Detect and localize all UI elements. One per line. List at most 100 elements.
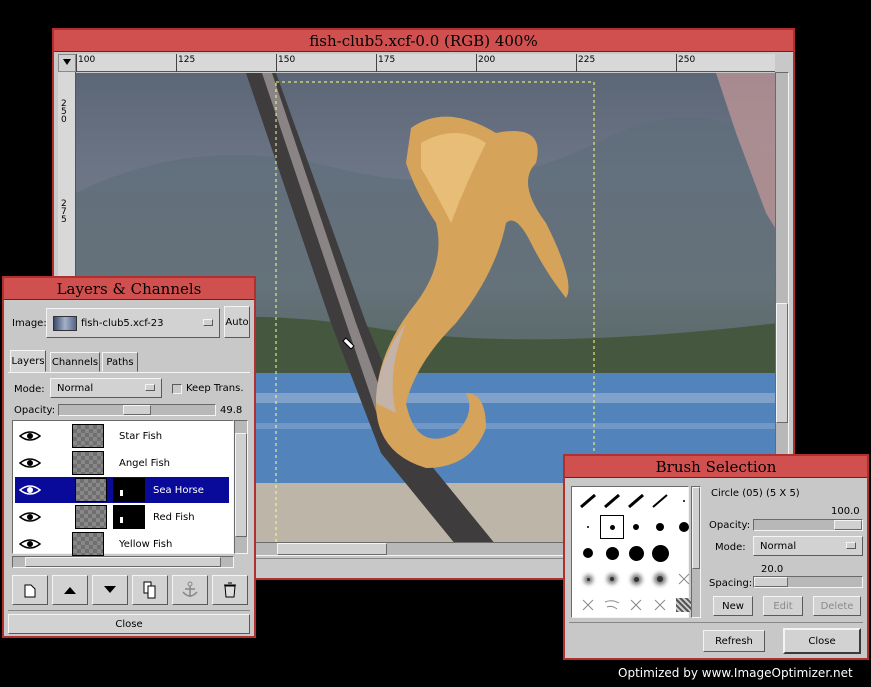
ruler-corner[interactable] bbox=[58, 54, 76, 72]
anchor-layer-icon bbox=[182, 581, 198, 597]
layer-thumbnail[interactable] bbox=[75, 505, 107, 529]
ruler-label: 250 bbox=[678, 55, 696, 65]
anchor-layer-button[interactable] bbox=[172, 575, 208, 605]
new-brush-button[interactable]: New bbox=[713, 596, 753, 616]
ruler-label: 200 bbox=[478, 55, 496, 65]
ruler-label: 225 bbox=[578, 55, 596, 65]
raise-layer-button[interactable] bbox=[52, 575, 88, 605]
brush-grid[interactable] bbox=[571, 486, 692, 618]
eye-visibility-icon[interactable] bbox=[19, 484, 41, 497]
brush-cell[interactable] bbox=[624, 593, 648, 617]
layer-list-hscroll-thumb[interactable] bbox=[25, 557, 221, 567]
layer-row[interactable]: Angel Fish bbox=[15, 450, 229, 476]
layer-thumbnail[interactable] bbox=[75, 478, 107, 502]
dropdown-arrow-icon bbox=[203, 319, 213, 326]
spacing-slider-thumb[interactable] bbox=[754, 577, 788, 587]
layer-list-hscrollbar[interactable] bbox=[12, 556, 234, 568]
layer-mode-select[interactable]: Normal bbox=[50, 378, 162, 398]
layer-list-scrollbar[interactable] bbox=[234, 420, 248, 554]
image-select[interactable]: fish-club5.xcf-23 bbox=[46, 308, 220, 338]
layers-channels-window: Layers & Channels Image: fish-club5.xcf-… bbox=[2, 276, 256, 638]
brush-cell[interactable] bbox=[600, 541, 624, 565]
layer-thumbnail[interactable] bbox=[72, 532, 104, 556]
brush-grid-scrollbar[interactable] bbox=[691, 486, 701, 618]
ruler-label: 125 bbox=[178, 55, 196, 65]
brush-cell[interactable] bbox=[624, 489, 648, 513]
spacing-label: Spacing: bbox=[709, 578, 753, 589]
eye-visibility-icon[interactable] bbox=[19, 511, 41, 524]
layer-row[interactable]: Star Fish bbox=[15, 423, 229, 449]
refresh-button[interactable]: Refresh bbox=[703, 630, 765, 652]
brush-cell[interactable] bbox=[648, 593, 672, 617]
layer-row[interactable]: Red Fish bbox=[15, 504, 229, 530]
tab-channels[interactable]: Channels bbox=[50, 352, 100, 372]
image-label: Image: bbox=[12, 318, 47, 329]
tab-paths[interactable]: Paths bbox=[102, 352, 138, 372]
layers-close-button[interactable]: Close bbox=[8, 614, 250, 634]
horizontal-ruler[interactable]: 100 125 150 175 200 225 250 bbox=[76, 54, 775, 72]
brush-cell[interactable] bbox=[648, 541, 672, 565]
footer-watermark: Optimized by www.ImageOptimizer.net bbox=[618, 666, 853, 680]
auto-button[interactable]: Auto bbox=[224, 306, 250, 338]
delete-brush-button[interactable]: Delete bbox=[813, 596, 861, 616]
opacity-value: 49.8 bbox=[220, 405, 243, 416]
duplicate-layer-button[interactable] bbox=[132, 575, 168, 605]
delete-layer-icon bbox=[224, 582, 236, 598]
layers-window-title[interactable]: Layers & Channels bbox=[4, 278, 254, 300]
vertical-scroll-thumb[interactable] bbox=[776, 303, 788, 423]
ruler-label: 150 bbox=[278, 55, 296, 65]
brush-selection-window: Brush Selection Circle (05) (5 X 5) 100.… bbox=[563, 454, 869, 660]
brush-mode-value: Normal bbox=[760, 540, 797, 552]
brush-cell[interactable] bbox=[600, 515, 624, 539]
dropdown-arrow-icon bbox=[145, 384, 155, 391]
brush-cell[interactable] bbox=[576, 593, 600, 617]
layer-row[interactable]: Yellow Fish bbox=[15, 531, 229, 557]
brush-cell[interactable] bbox=[576, 515, 600, 539]
brush-cell[interactable] bbox=[648, 489, 672, 513]
keep-trans-checkbox[interactable] bbox=[172, 384, 182, 394]
image-thumbnail-icon bbox=[53, 316, 77, 331]
brush-cell[interactable] bbox=[576, 541, 600, 565]
brush-opacity-slider-thumb[interactable] bbox=[834, 520, 862, 530]
layer-thumbnail[interactable] bbox=[72, 424, 104, 448]
layer-thumbnail[interactable] bbox=[72, 451, 104, 475]
brush-cell[interactable] bbox=[576, 567, 600, 591]
layer-list-scroll-thumb[interactable] bbox=[235, 433, 247, 537]
eye-visibility-icon[interactable] bbox=[19, 430, 41, 443]
lower-layer-button[interactable] bbox=[92, 575, 128, 605]
opacity-slider-thumb[interactable] bbox=[123, 405, 151, 415]
brush-window-title[interactable]: Brush Selection bbox=[565, 456, 867, 478]
eye-visibility-icon[interactable] bbox=[19, 457, 41, 470]
brush-cell[interactable] bbox=[576, 489, 600, 513]
brush-cell[interactable] bbox=[648, 567, 672, 591]
delete-layer-button[interactable] bbox=[212, 575, 248, 605]
brush-mode-select[interactable]: Normal bbox=[753, 536, 863, 556]
brush-cell[interactable] bbox=[600, 593, 624, 617]
edit-brush-button[interactable]: Edit bbox=[763, 596, 803, 616]
image-select-value: fish-club5.xcf-23 bbox=[81, 317, 164, 329]
opacity-slider[interactable] bbox=[58, 404, 216, 416]
raise-layer-icon bbox=[64, 587, 76, 594]
horizontal-scroll-thumb[interactable] bbox=[277, 543, 387, 555]
image-window-title[interactable]: fish-club5.xcf-0.0 (RGB) 400% bbox=[54, 30, 793, 52]
brush-cell[interactable] bbox=[600, 567, 624, 591]
brush-cell[interactable] bbox=[600, 489, 624, 513]
layer-mask-thumbnail[interactable] bbox=[113, 478, 145, 502]
tab-layers[interactable]: Layers bbox=[10, 350, 46, 372]
eye-visibility-icon[interactable] bbox=[19, 538, 41, 551]
brush-opacity-slider[interactable] bbox=[753, 519, 863, 531]
layer-mask-thumbnail[interactable] bbox=[113, 505, 145, 529]
brush-cell[interactable] bbox=[624, 567, 648, 591]
dropdown-arrow-icon bbox=[846, 542, 856, 549]
layer-row[interactable]: Sea Horse bbox=[15, 477, 229, 503]
keep-trans-label: Keep Trans. bbox=[186, 383, 244, 394]
brush-close-button[interactable]: Close bbox=[783, 628, 861, 654]
ruler-label: 250 bbox=[61, 99, 67, 125]
brush-cell[interactable] bbox=[624, 515, 648, 539]
brush-grid-scroll-thumb[interactable] bbox=[692, 487, 700, 569]
brush-cell[interactable] bbox=[648, 515, 672, 539]
spacing-slider[interactable] bbox=[753, 576, 863, 588]
brush-cell[interactable] bbox=[624, 541, 648, 565]
new-layer-button[interactable] bbox=[12, 575, 48, 605]
lower-layer-icon bbox=[104, 586, 116, 593]
